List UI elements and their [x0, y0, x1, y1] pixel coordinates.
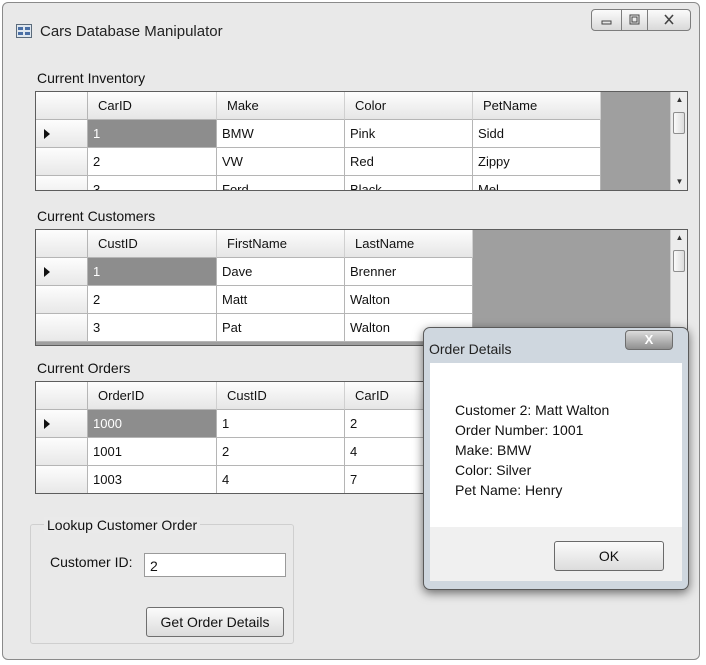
dialog-line-make: Make: BMW	[455, 442, 532, 458]
inventory-vertical-scrollbar[interactable]: ▲ ▼	[670, 92, 687, 190]
table-cell[interactable]: 1003	[88, 466, 217, 493]
table-cell[interactable]: 1	[217, 410, 345, 438]
customer-id-input[interactable]: 2	[144, 553, 286, 577]
customers-col-firstname[interactable]: FirstName	[217, 230, 345, 258]
table-cell[interactable]: BMW	[217, 120, 345, 148]
table-cell[interactable]: 1	[88, 258, 217, 286]
close-icon: X	[644, 332, 654, 347]
table-cell[interactable]: 4	[217, 466, 345, 493]
current-row-arrow-icon	[44, 129, 50, 139]
minimize-icon	[601, 20, 612, 25]
inventory-corner-header	[36, 92, 88, 120]
table-cell[interactable]: Red	[345, 148, 473, 176]
row-selector[interactable]	[36, 438, 88, 466]
inventory-col-carid[interactable]: CarID	[88, 92, 217, 120]
table-cell[interactable]: Dave	[217, 258, 345, 286]
orders-label: Current Orders	[37, 360, 131, 376]
row-selector[interactable]	[36, 258, 88, 286]
dialog-close-button[interactable]: X	[625, 330, 673, 350]
maximize-icon	[629, 14, 640, 25]
inventory-col-petname[interactable]: PetName	[473, 92, 601, 120]
inventory-grid[interactable]: CarID Make Color PetName 1 BMW Pink Sidd…	[35, 91, 688, 191]
customers-label: Current Customers	[37, 208, 156, 224]
inventory-label: Current Inventory	[37, 70, 146, 86]
dialog-line-order-number: Order Number: 1001	[455, 422, 584, 438]
table-cell[interactable]: 1000	[88, 410, 217, 438]
scroll-thumb[interactable]	[673, 112, 685, 134]
row-selector[interactable]	[36, 120, 88, 148]
table-cell[interactable]: 2	[217, 438, 345, 466]
customers-col-custid[interactable]: CustID	[88, 230, 217, 258]
inventory-col-make[interactable]: Make	[217, 92, 345, 120]
dialog-body: Customer 2: Matt Walton Order Number: 10…	[430, 363, 682, 581]
table-cell[interactable]: Brenner	[345, 258, 473, 286]
dialog-button-bar: OK	[430, 527, 682, 581]
current-row-arrow-icon	[44, 267, 50, 277]
row-selector[interactable]	[36, 286, 88, 314]
table-cell[interactable]: Ford	[217, 176, 345, 190]
table-cell[interactable]: 3	[88, 176, 217, 190]
customers-corner-header	[36, 230, 88, 258]
scroll-thumb[interactable]	[673, 250, 685, 272]
orders-corner-header	[36, 382, 88, 410]
table-cell[interactable]: Pat	[217, 314, 345, 342]
table-cell[interactable]: Pink	[345, 120, 473, 148]
table-cell[interactable]: Sidd	[473, 120, 601, 148]
table-cell[interactable]: Black	[345, 176, 473, 190]
title-bar[interactable]: Cars Database Manipulator	[3, 3, 699, 49]
row-selector[interactable]	[36, 314, 88, 342]
dialog-line-customer: Customer 2: Matt Walton	[455, 402, 610, 418]
table-cell[interactable]: 3	[88, 314, 217, 342]
maximize-button[interactable]	[621, 9, 648, 31]
orders-col-orderid[interactable]: OrderID	[88, 382, 217, 410]
window-title: Cars Database Manipulator	[40, 23, 223, 40]
row-selector[interactable]	[36, 410, 88, 438]
row-selector[interactable]	[36, 176, 88, 190]
lookup-group-title: Lookup Customer Order	[44, 517, 201, 533]
table-cell[interactable]: Walton	[345, 286, 473, 314]
row-selector[interactable]	[36, 466, 88, 493]
minimize-button[interactable]	[591, 9, 622, 31]
table-cell[interactable]: Matt	[217, 286, 345, 314]
scroll-up-arrow-icon[interactable]: ▲	[671, 230, 687, 246]
get-order-details-button[interactable]: Get Order Details	[146, 607, 284, 637]
customers-col-lastname[interactable]: LastName	[345, 230, 473, 258]
row-selector[interactable]	[36, 148, 88, 176]
inventory-col-color[interactable]: Color	[345, 92, 473, 120]
dialog-title: Order Details	[429, 341, 512, 357]
table-cell[interactable]: 2	[88, 148, 217, 176]
table-cell[interactable]: 2	[88, 286, 217, 314]
dialog-line-pet-name: Pet Name: Henry	[455, 482, 563, 498]
table-cell[interactable]: Zippy	[473, 148, 601, 176]
scroll-down-arrow-icon[interactable]: ▼	[671, 174, 687, 190]
table-cell[interactable]: VW	[217, 148, 345, 176]
table-cell[interactable]: 1001	[88, 438, 217, 466]
app-icon	[16, 24, 32, 38]
customer-id-label: Customer ID:	[50, 554, 133, 570]
order-details-dialog: Order Details X Customer 2: Matt Walton …	[423, 327, 689, 590]
dialog-message: Customer 2: Matt Walton Order Number: 10…	[455, 400, 609, 500]
close-button[interactable]	[647, 9, 691, 31]
ok-button[interactable]: OK	[554, 541, 664, 571]
orders-col-custid[interactable]: CustID	[217, 382, 345, 410]
close-icon	[664, 14, 674, 25]
table-cell[interactable]: Mel	[473, 176, 601, 190]
table-cell[interactable]: 1	[88, 120, 217, 148]
dialog-line-color: Color: Silver	[455, 462, 532, 478]
current-row-arrow-icon	[44, 419, 50, 429]
scroll-up-arrow-icon[interactable]: ▲	[671, 92, 687, 108]
